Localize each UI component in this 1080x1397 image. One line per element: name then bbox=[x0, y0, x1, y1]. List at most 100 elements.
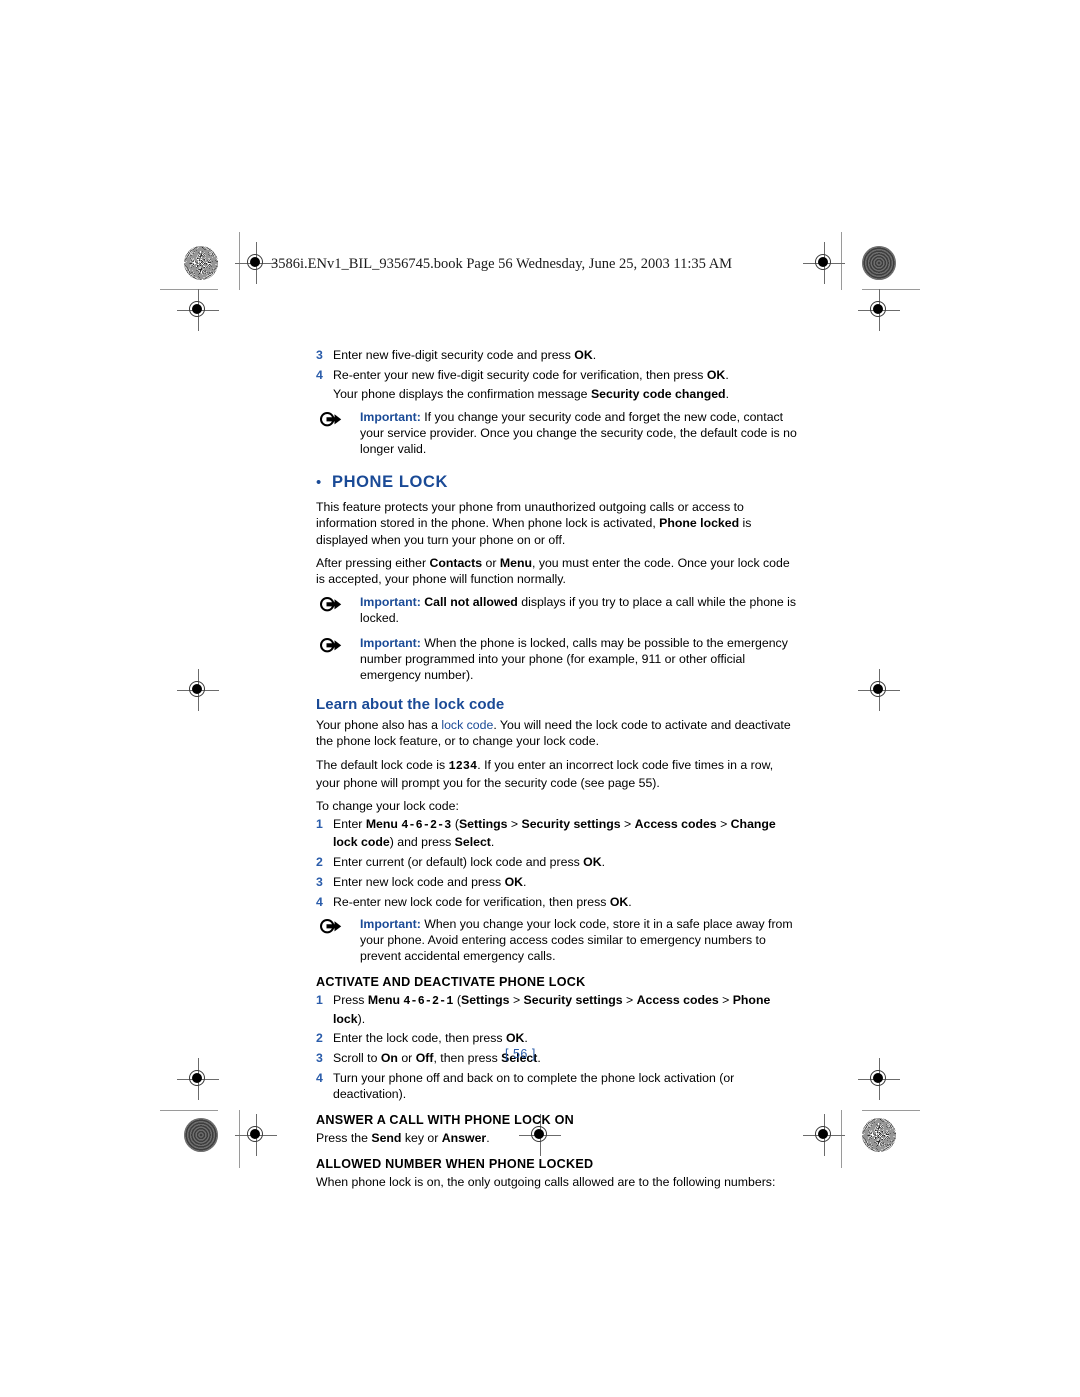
list-item: 4 Re-enter new lock code for verificatio… bbox=[316, 894, 800, 910]
step-pre: Enter the lock code, then press bbox=[333, 1031, 506, 1046]
registration-mark-left-middle bbox=[177, 669, 219, 711]
step-number: 3 bbox=[316, 348, 323, 362]
step-text: Scroll to On or Off, then press Select. bbox=[333, 1050, 800, 1066]
subsection-heading-lock-code: Learn about the lock code bbox=[316, 696, 505, 714]
lock-code-paragraph-3: To change your lock code: bbox=[316, 799, 459, 814]
step-number: 4 bbox=[316, 367, 323, 382]
answer-key-label: Answer bbox=[441, 1131, 487, 1146]
trim-line-right-upper bbox=[841, 232, 842, 290]
registration-mark-right-middle bbox=[858, 669, 900, 711]
subsection-heading-allowed-number: ALLOWED NUMBER WHEN PHONE LOCKED bbox=[316, 1157, 594, 1172]
step-number: 4 bbox=[316, 894, 323, 909]
step-number: 1 bbox=[316, 817, 323, 832]
step-number: 4 bbox=[316, 1070, 323, 1085]
step-pre: Enter new lock code and press bbox=[333, 874, 505, 889]
bullet-icon: • bbox=[316, 474, 322, 492]
paragraph-text-a: Your phone also has a bbox=[316, 718, 442, 733]
option-off: Off bbox=[415, 1051, 434, 1065]
step-text: Re-enter new lock code for verification,… bbox=[333, 894, 800, 910]
step-text: Re-enter your new five-digit security co… bbox=[333, 367, 800, 383]
followup-post: . bbox=[725, 387, 729, 402]
list-item: 2 Enter the lock code, then press OK. bbox=[316, 1030, 800, 1046]
step-mid: or bbox=[397, 1051, 416, 1065]
step-text: Enter the lock code, then press OK. bbox=[333, 1030, 800, 1046]
step-end: . bbox=[523, 874, 527, 889]
registration-mark-left-top-corner bbox=[177, 289, 219, 331]
step-post: , then press bbox=[433, 1051, 502, 1065]
step-text-bold: OK bbox=[574, 348, 593, 362]
registration-mark-right-bottom-corner bbox=[858, 1058, 900, 1100]
step-text-pre: Re-enter your new five-digit security co… bbox=[333, 367, 707, 382]
paragraph-text-a: After pressing either bbox=[316, 555, 430, 570]
important-text: Important: When you change your lock cod… bbox=[360, 916, 800, 965]
menu-separator: > bbox=[716, 817, 731, 832]
step-end: . bbox=[628, 894, 632, 909]
registration-mark-bottom-right bbox=[803, 1114, 845, 1156]
registration-mark-top-right bbox=[803, 242, 845, 284]
lock-code-link[interactable]: lock code bbox=[441, 718, 493, 732]
subsection-heading-activate: ACTIVATE AND DEACTIVATE PHONE LOCK bbox=[316, 975, 586, 990]
menu-label: Menu bbox=[367, 993, 404, 1008]
menu-separator: > bbox=[718, 993, 733, 1008]
option-on: On bbox=[380, 1051, 398, 1065]
step-mid: ( bbox=[451, 817, 459, 832]
step-text-bold: OK bbox=[706, 367, 726, 382]
density-patch-top-right bbox=[862, 246, 896, 280]
phone-lock-paragraph-2: After pressing either Contacts or Menu, … bbox=[316, 555, 800, 587]
step-pre: Enter current (or default) lock code and… bbox=[333, 855, 584, 870]
paragraph-text-a: The default lock code is bbox=[316, 757, 449, 772]
menu-item-access-codes: Access codes bbox=[636, 993, 719, 1008]
paragraph-bold-2: Menu bbox=[499, 555, 532, 570]
document-page: 3586i.ENv1_BIL_9356745.book Page 56 Wedn… bbox=[0, 0, 1080, 1397]
menu-item-settings: Settings bbox=[458, 817, 508, 832]
list-item: 3 Enter new lock code and press OK. bbox=[316, 874, 800, 890]
step-text: Enter new five-digit security code and p… bbox=[333, 347, 800, 363]
menu-separator: > bbox=[622, 993, 637, 1008]
list-item: 3 Scroll to On or Off, then press Select… bbox=[316, 1050, 800, 1066]
important-body-text: When you change your lock code, store it… bbox=[360, 916, 793, 964]
step-pre: Press bbox=[333, 993, 368, 1008]
step-end: . bbox=[601, 855, 606, 870]
step-number: 3 bbox=[316, 874, 323, 889]
step-end: . bbox=[490, 835, 495, 850]
important-arrow-icon bbox=[316, 635, 360, 684]
registration-mark-right-top-corner bbox=[858, 289, 900, 331]
registration-mark-left-bottom-corner bbox=[177, 1058, 219, 1100]
followup-pre: Your phone displays the confirmation mes… bbox=[333, 387, 591, 402]
menu-item-access-codes: Access codes bbox=[634, 817, 717, 832]
step-text: Enter Menu 4-6-2-3 (Settings > Security … bbox=[333, 816, 800, 850]
menu-path-code: 4-6-2-1 bbox=[403, 995, 454, 1009]
paragraph-pre: Press the bbox=[316, 1131, 372, 1146]
important-body-text: When the phone is locked, calls may be p… bbox=[360, 635, 788, 683]
allowed-number-paragraph: When phone lock is on, the only outgoing… bbox=[316, 1175, 776, 1190]
book-header-text: 3586i.ENv1_BIL_9356745.book Page 56 Wedn… bbox=[271, 256, 733, 272]
menu-item-settings: Settings bbox=[461, 993, 510, 1008]
lock-code-paragraph-2: The default lock code is 1234. If you en… bbox=[316, 757, 800, 791]
list-item: 2 Enter current (or default) lock code a… bbox=[316, 854, 800, 870]
important-label: Important: bbox=[360, 595, 421, 610]
section-heading-text: PHONE LOCK bbox=[332, 473, 449, 492]
starburst-mark-top-left bbox=[184, 246, 218, 280]
followup-bold: Security code changed bbox=[590, 387, 726, 402]
step-pre: Re-enter new lock code for verification,… bbox=[333, 894, 610, 909]
important-label: Important: bbox=[360, 635, 421, 650]
step-text-post: . bbox=[592, 348, 597, 362]
trim-line-bottom-right bbox=[862, 1110, 920, 1111]
ok-key-label: OK bbox=[505, 1031, 525, 1046]
default-lock-code-value: 1234 bbox=[448, 759, 478, 773]
important-text: Important: When the phone is locked, cal… bbox=[360, 635, 800, 684]
important-text: Important: Call not allowed displays if … bbox=[360, 594, 800, 626]
step-number: 2 bbox=[316, 1031, 323, 1046]
step-text-pre: Enter new five-digit security code and p… bbox=[333, 348, 575, 362]
list-item: 1 Press Menu 4-6-2-1 (Settings > Securit… bbox=[316, 992, 800, 1026]
section-heading-phone-lock: • PHONE LOCK bbox=[316, 473, 800, 492]
trim-line-right-lower bbox=[841, 1110, 842, 1168]
send-key-label: Send bbox=[371, 1131, 402, 1146]
starburst-mark-bottom-right bbox=[862, 1118, 896, 1152]
list-item: 4 Re-enter your new five-digit security … bbox=[316, 367, 800, 383]
paragraph-text-b: or bbox=[482, 555, 500, 570]
ok-key-label: OK bbox=[504, 874, 524, 889]
step-text: Press Menu 4-6-2-1 (Settings > Security … bbox=[333, 992, 800, 1026]
paragraph-end: . bbox=[486, 1131, 490, 1146]
menu-item-security-settings: Security settings bbox=[521, 817, 621, 832]
